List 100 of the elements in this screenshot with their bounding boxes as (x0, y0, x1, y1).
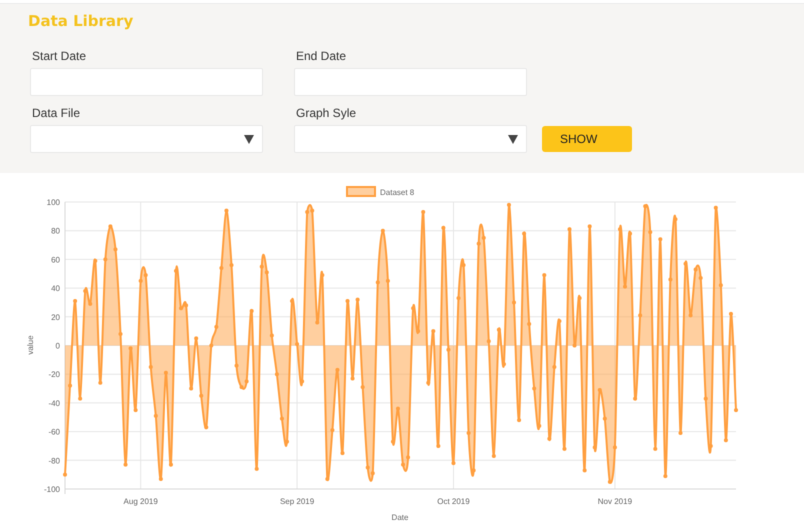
data-point (557, 319, 562, 324)
data-point (708, 444, 713, 448)
data-point (694, 267, 698, 272)
data-point (482, 236, 486, 240)
data-point (63, 472, 67, 477)
x-axis-title: Date (392, 513, 408, 522)
data-point (486, 339, 491, 344)
data-point (446, 348, 450, 352)
data-point (562, 446, 566, 451)
data-point (325, 476, 330, 481)
data-point (673, 217, 678, 222)
data-point (456, 296, 461, 300)
data-point (568, 227, 572, 232)
data-point (496, 328, 501, 332)
data-point (88, 302, 92, 306)
y-tick-label: -40 (48, 398, 60, 408)
data-point (406, 455, 410, 460)
data-point (462, 263, 466, 268)
data-point (134, 408, 138, 412)
data-point (78, 396, 82, 401)
data-point (552, 365, 556, 370)
dropdown[interactable] (30, 125, 263, 153)
data-point (653, 446, 658, 451)
y-tick-label: 100 (46, 198, 60, 207)
data-point (547, 436, 552, 441)
data-point (688, 313, 693, 318)
data-point (608, 480, 612, 484)
data-point (154, 414, 158, 418)
y-tick-label: 40 (51, 284, 60, 294)
field-label: Start Date (31, 49, 88, 63)
caret-icon (508, 135, 518, 144)
y-axis-title: value (26, 335, 35, 355)
data-point (108, 224, 112, 228)
data-point (466, 431, 471, 436)
data-point (244, 379, 249, 384)
x-tick-label: Nov 2019 (598, 497, 632, 506)
data-point (360, 385, 365, 390)
data-point (168, 462, 173, 467)
data-point (370, 471, 375, 476)
data-point (502, 362, 506, 366)
caret-icon (244, 135, 254, 144)
data-point (234, 364, 239, 368)
data-point (340, 451, 344, 456)
y-tick-label: -80 (48, 456, 60, 466)
data-point (684, 262, 688, 266)
data-point (330, 428, 334, 432)
dropdown[interactable] (294, 125, 527, 153)
data-point (209, 344, 214, 348)
y-tick-label: 80 (51, 226, 60, 236)
data-point (68, 384, 72, 388)
data-point (512, 300, 516, 304)
data-point (578, 296, 582, 300)
data-point (164, 370, 168, 375)
data-point (219, 266, 224, 270)
field-label: End Date (295, 49, 348, 63)
data-point (315, 320, 320, 325)
y-tick-label: 0 (56, 342, 60, 350)
data-point (602, 416, 607, 421)
data-point (98, 380, 102, 385)
data-point (254, 466, 259, 471)
data-point (320, 273, 324, 278)
data-point (537, 424, 542, 428)
data-point (124, 462, 128, 467)
data-point (346, 299, 350, 304)
data-point (476, 242, 481, 246)
data-point (492, 454, 496, 458)
data-point (290, 299, 294, 304)
data-point (678, 431, 682, 436)
data-point (582, 468, 587, 472)
field-label: Data File (31, 106, 82, 120)
data-point (128, 346, 133, 350)
data-point (668, 278, 672, 282)
data-point (335, 368, 340, 372)
data-point (436, 444, 440, 448)
x-tick-label: Sep 2019 (280, 497, 314, 506)
show-button[interactable]: SHOW (542, 126, 632, 152)
data-point (390, 440, 395, 444)
x-tick-label: Oct 2019 (437, 497, 470, 506)
data-point (623, 284, 627, 289)
data-point (300, 379, 304, 384)
data-point (401, 462, 406, 467)
data-point (506, 202, 511, 207)
data-point (274, 372, 279, 376)
data-point (386, 278, 390, 283)
data-point (199, 394, 204, 398)
y-tick-label: -60 (48, 428, 60, 437)
data-point (522, 232, 526, 236)
data-point (174, 268, 178, 273)
data-point (396, 406, 400, 411)
data-point (704, 396, 708, 401)
data-point (204, 425, 208, 430)
legend-label: Dataset 8 (380, 188, 414, 197)
data-point (250, 309, 254, 314)
data-point (421, 210, 426, 214)
data-point (230, 263, 234, 268)
field-label: Graph Syle (295, 106, 358, 120)
data-point (648, 230, 652, 234)
data-point (724, 438, 728, 442)
data-point (441, 226, 446, 230)
data-point (284, 440, 289, 444)
